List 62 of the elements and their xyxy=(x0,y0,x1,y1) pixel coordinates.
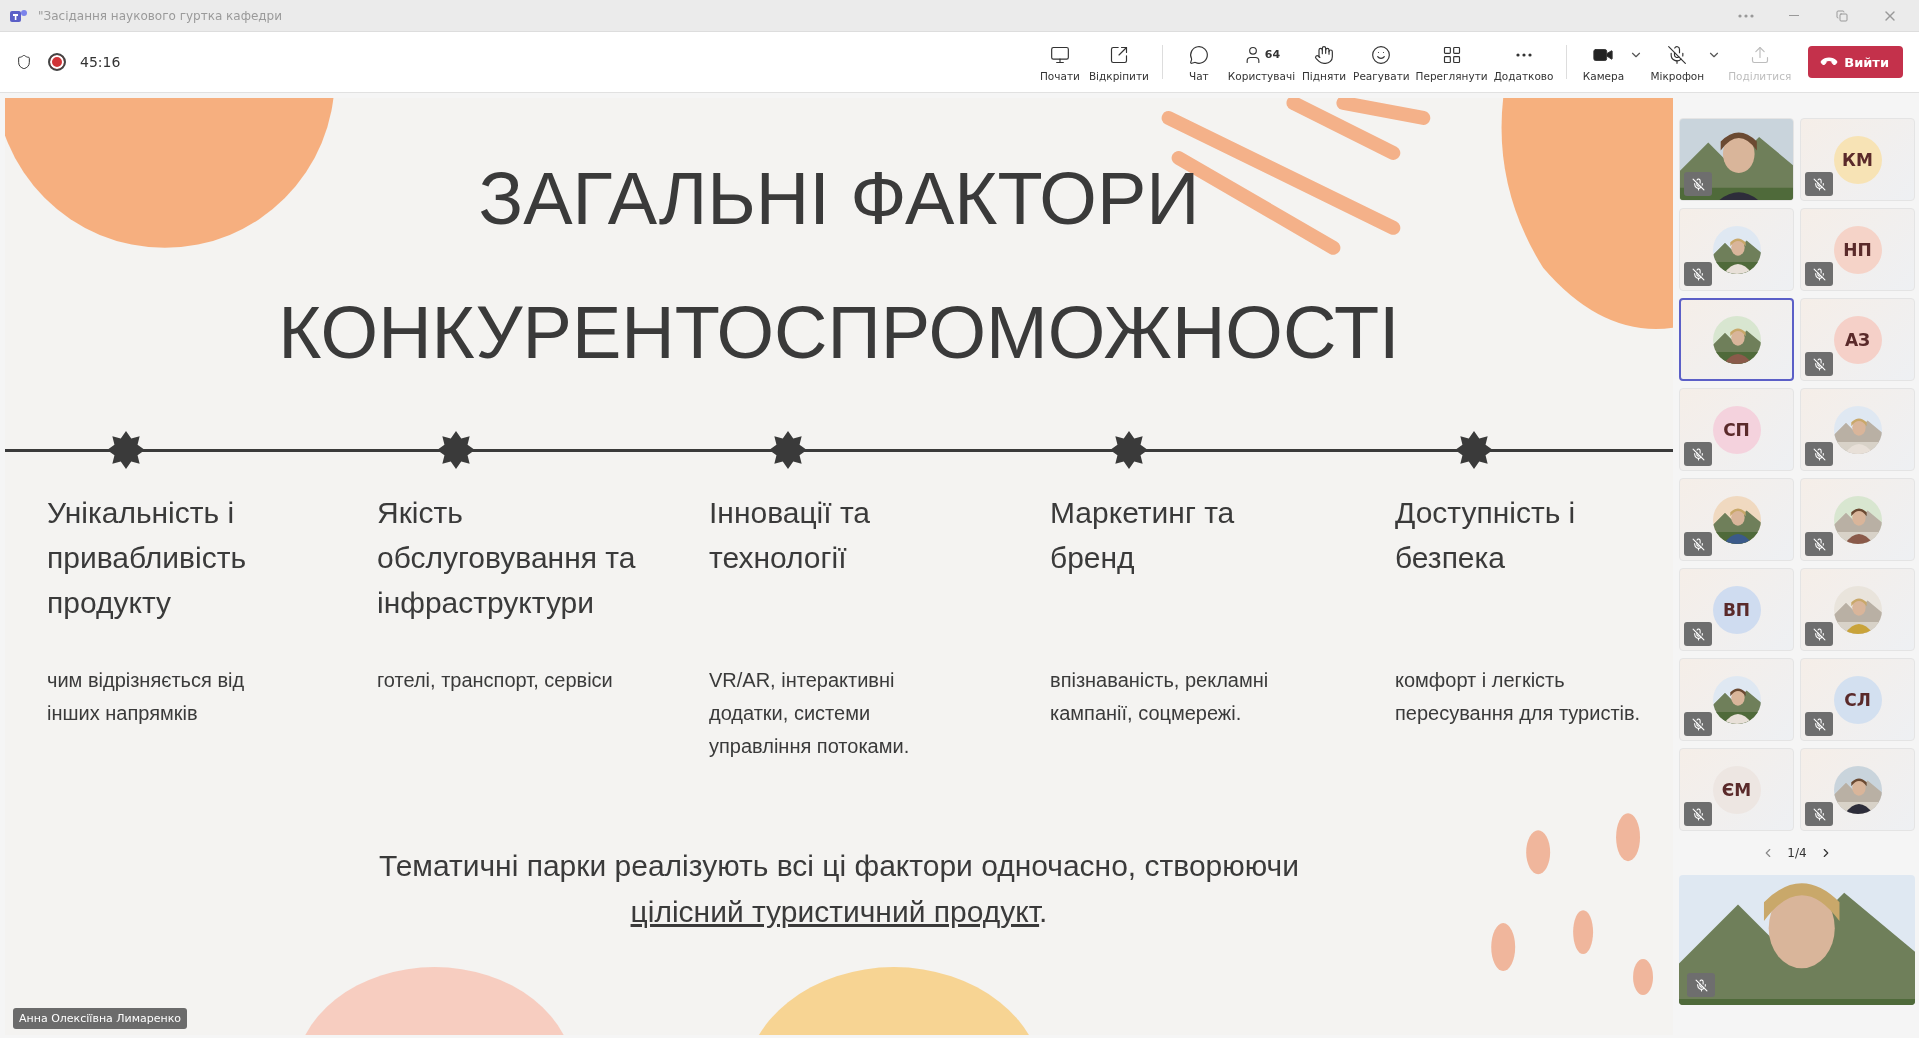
participant-tile[interactable]: СЛ xyxy=(1800,658,1915,741)
factor-heading: Доступність і безпека xyxy=(1395,495,1577,576)
participant-tile[interactable] xyxy=(1679,298,1794,381)
toolbar-button[interactable]: Додатково xyxy=(1490,38,1557,86)
pop-out-icon xyxy=(1108,44,1129,65)
factor-heading: Інновації та технології xyxy=(709,495,872,576)
participant-tile[interactable]: ВП xyxy=(1679,568,1794,651)
screen-share-icon xyxy=(1049,44,1070,65)
toolbar-button[interactable]: Підняти xyxy=(1298,38,1351,86)
hand-icon xyxy=(1314,44,1335,65)
minimize-icon xyxy=(1789,15,1799,16)
smile-icon xyxy=(1371,44,1392,65)
star-marker-icon xyxy=(435,429,477,471)
toolbar-button[interactable]: Відкріпити xyxy=(1085,38,1152,86)
initials-avatar: АЗ xyxy=(1833,315,1882,364)
mic-off-icon xyxy=(1667,44,1688,65)
factor-heading: Якість обслуговування та інфраструктури xyxy=(377,495,637,621)
factor-description: комфорт і легкість пересування для туристів. xyxy=(1395,668,1642,726)
toolbar-button[interactable]: Мікрофон xyxy=(1647,38,1708,86)
participant-tile[interactable]: ЄМ xyxy=(1679,748,1794,831)
star-marker-icon xyxy=(767,429,809,471)
toolbar-button[interactable]: Переглянути xyxy=(1412,38,1491,86)
star-marker-icon xyxy=(1108,429,1150,471)
presenter-name-tag: Анна Олексіївна Лимаренко xyxy=(13,1008,188,1029)
restore-icon xyxy=(1836,9,1848,22)
factor-heading: Маркетинг та бренд xyxy=(1050,495,1236,576)
factor-description: готелі, транспорт, сервіси xyxy=(377,668,614,693)
summary-text: Тематичні парки реалізують всі ці фактори одночасно, створюючи цілісний туристичний продукт. xyxy=(378,848,1300,930)
initials-avatar: ЄМ xyxy=(1712,765,1761,814)
participant-tile[interactable]: КМ xyxy=(1800,118,1915,201)
participant-tile[interactable]: НП xyxy=(1800,208,1915,291)
initials-avatar: КМ xyxy=(1833,135,1882,184)
share-icon xyxy=(1749,44,1770,65)
toolbar-button[interactable]: Реагувати xyxy=(1350,38,1413,86)
factor-description: чим відрізняється від інших напрямків xyxy=(47,668,246,726)
window-title: "Засідання наукового гуртка кафедри xyxy=(38,8,284,23)
page-indicator: 1/4 xyxy=(1787,846,1807,860)
more-icon xyxy=(1515,52,1532,57)
initials-avatar: СЛ xyxy=(1833,675,1882,724)
shield-icon xyxy=(16,54,32,70)
chat-icon xyxy=(1188,44,1209,65)
participant-tile[interactable]: СП xyxy=(1679,388,1794,471)
grid-icon xyxy=(1441,44,1462,65)
toolbar-button[interactable]: Чат xyxy=(1172,38,1225,86)
toolbar-button[interactable]: Камера xyxy=(1577,38,1630,86)
toolbar-button[interactable]: 64 Користувачі xyxy=(1224,38,1299,86)
initials-avatar: НП xyxy=(1833,225,1882,274)
initials-avatar: ВП xyxy=(1712,585,1761,634)
participant-tile[interactable]: АЗ xyxy=(1800,298,1915,381)
toolbar-button[interactable]: Почати xyxy=(1033,38,1086,86)
more-icon xyxy=(1738,13,1754,18)
meeting-timer: 45:16 xyxy=(80,54,121,70)
factor-description: VR/AR, інтерактивні додатки, системи управління потоками. xyxy=(709,668,911,759)
slide-title: КОНКУРЕНТОСПРОМОЖНОСТІ xyxy=(278,296,1400,370)
star-marker-icon xyxy=(105,429,147,471)
star-marker-icon xyxy=(1453,429,1495,471)
leave-button[interactable]: Вийти xyxy=(1808,46,1903,78)
app-logo-icon xyxy=(10,7,28,24)
slide-title: ЗАГАЛЬНІ ФАКТОРИ xyxy=(478,162,1200,236)
initials-avatar: СП xyxy=(1712,405,1761,454)
factor-description: впізнаваність, рекламні кампанії, соцмережі. xyxy=(1050,668,1270,726)
factor-heading: Унікальність і привабливість продукту xyxy=(47,495,248,621)
